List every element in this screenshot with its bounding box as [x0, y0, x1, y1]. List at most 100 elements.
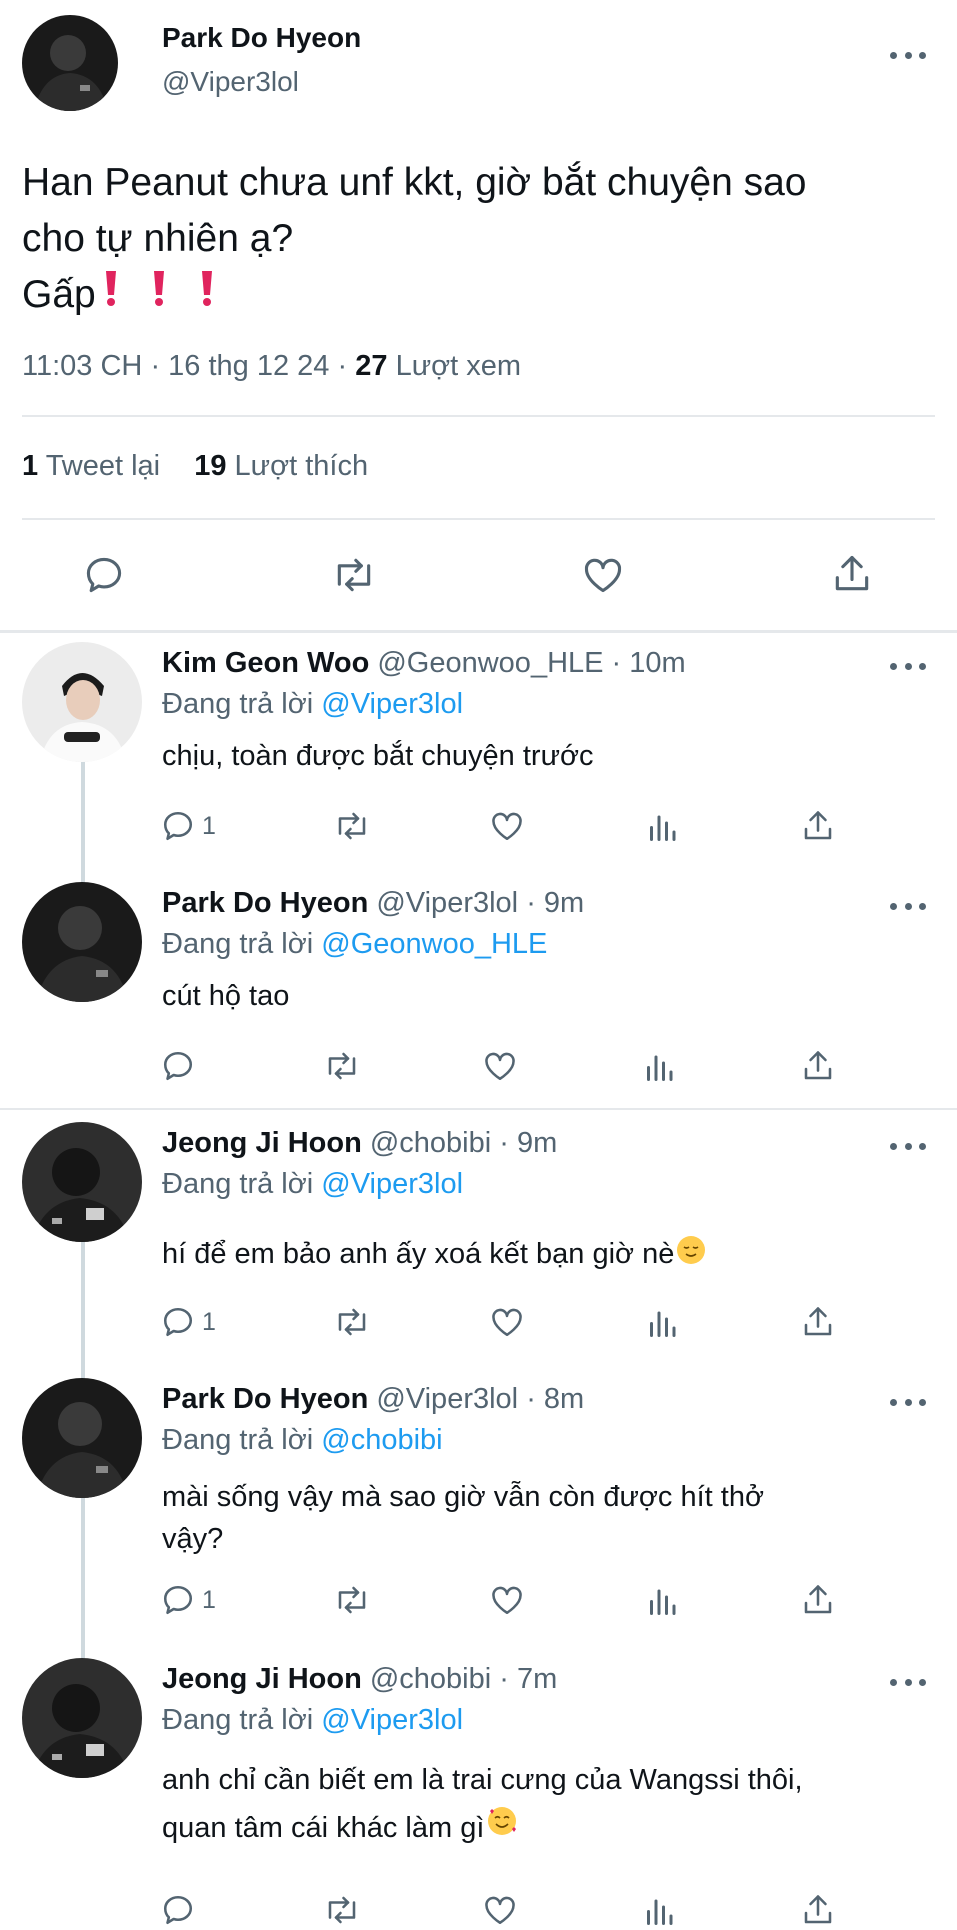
reply-count: 1 — [202, 811, 216, 840]
replying-to-link[interactable]: @Geonwoo_HLE — [321, 928, 547, 960]
separator: · — [150, 350, 161, 382]
analytics-button[interactable] — [644, 1582, 684, 1618]
retweet-button[interactable] — [332, 1582, 372, 1618]
share-icon — [800, 808, 836, 844]
retweet-icon[interactable] — [330, 553, 378, 602]
retweet-icon — [332, 1304, 372, 1340]
replying-to-link[interactable]: @Viper3lol — [321, 1168, 463, 1200]
retweet-button[interactable] — [332, 808, 372, 844]
like-icon[interactable] — [580, 553, 626, 602]
more-options-icon[interactable] — [890, 49, 926, 61]
replying-to-link[interactable]: @Viper3lol — [321, 688, 463, 720]
replying-to: Đang trả lời @Viper3lol — [162, 1704, 463, 1737]
like-button[interactable] — [488, 1582, 528, 1618]
avatar[interactable] — [22, 15, 118, 111]
reply-action-bar — [160, 1890, 840, 1930]
author-name[interactable]: Jeong Ji Hoon — [162, 1663, 362, 1695]
analytics-button[interactable] — [644, 1304, 684, 1340]
reply-action-bar — [160, 1046, 840, 1086]
red-exclamation-icon — [152, 267, 182, 323]
share-icon[interactable] — [830, 551, 874, 602]
more-options-icon[interactable] — [890, 660, 926, 672]
avatar[interactable] — [22, 1122, 142, 1242]
more-options-icon[interactable] — [890, 900, 926, 912]
like-count: 19 — [194, 450, 227, 482]
replying-to-link[interactable]: @Viper3lol — [321, 1704, 463, 1736]
author-handle[interactable]: @Viper3lol — [162, 66, 299, 98]
like-icon — [481, 1048, 519, 1084]
reply-count: 1 — [202, 1307, 216, 1336]
reply-time[interactable]: 8m — [544, 1383, 584, 1415]
tweet-text-line: Han Peanut chưa unf kkt, giờ bắt chuyện … — [22, 161, 807, 204]
reply-icon[interactable] — [82, 553, 126, 602]
analytics-button[interactable] — [644, 808, 684, 844]
replying-to-link[interactable]: @chobibi — [321, 1424, 442, 1456]
retweet-button[interactable] — [322, 1048, 362, 1084]
analytics-button[interactable] — [641, 1892, 681, 1928]
avatar[interactable] — [22, 1658, 142, 1778]
author-name[interactable]: Jeong Ji Hoon — [162, 1127, 362, 1159]
retweet-stat[interactable]: 1 Tweet lại — [22, 450, 160, 482]
author-handle[interactable]: @chobibi — [370, 1663, 491, 1695]
avatar[interactable] — [22, 642, 142, 762]
relieved-face-emoji — [676, 1235, 706, 1273]
author-handle[interactable]: @Viper3lol — [376, 887, 518, 919]
reply-time[interactable]: 7m — [517, 1663, 557, 1695]
reply-text-line: hí để em bảo anh ấy xoá kết bạn giờ nè — [162, 1237, 675, 1270]
tweet-date[interactable]: 16 thg 12 24 — [168, 350, 329, 382]
reply-icon — [160, 1582, 196, 1618]
reply-time[interactable]: 10m — [629, 647, 685, 679]
reply-time[interactable]: 9m — [544, 887, 584, 919]
like-button[interactable] — [488, 808, 528, 844]
author-name[interactable]: Park Do Hyeon — [162, 22, 361, 54]
avatar[interactable] — [22, 1378, 142, 1498]
share-button[interactable] — [800, 1582, 840, 1618]
reply-button[interactable] — [160, 1048, 202, 1084]
tweet-time[interactable]: 11:03 CH — [22, 350, 142, 382]
reply-time[interactable]: 9m — [517, 1127, 557, 1159]
replying-to: Đang trả lời @Viper3lol — [162, 688, 463, 721]
retweet-label: Tweet lại — [45, 450, 161, 482]
more-options-icon[interactable] — [890, 1396, 926, 1408]
author-handle[interactable]: @chobibi — [370, 1127, 491, 1159]
author-name[interactable]: Park Do Hyeon — [162, 1383, 368, 1415]
share-icon — [800, 1048, 836, 1084]
replying-to: Đang trả lời @Viper3lol — [162, 1168, 463, 1201]
author-handle[interactable]: @Viper3lol — [376, 1383, 518, 1415]
like-button[interactable] — [481, 1048, 521, 1084]
analytics-button[interactable] — [641, 1048, 681, 1084]
author-name[interactable]: Park Do Hyeon — [162, 887, 368, 919]
reply-button[interactable]: 1 — [160, 808, 216, 844]
reply-button[interactable]: 1 — [160, 1304, 216, 1340]
retweet-icon — [322, 1048, 362, 1084]
share-button[interactable] — [800, 1048, 840, 1084]
reply-text-line: quan tâm cái khác làm gì — [162, 1812, 485, 1844]
reply-action-bar: 1 — [160, 1580, 840, 1620]
more-options-icon[interactable] — [890, 1140, 926, 1152]
avatar[interactable] — [22, 882, 142, 1002]
like-stat[interactable]: 19 Lượt thích — [194, 450, 368, 482]
reply-text-line: mài sống vậy mà sao giờ vẫn còn được hít… — [162, 1481, 764, 1513]
like-button[interactable] — [481, 1892, 521, 1928]
like-button[interactable] — [488, 1304, 528, 1340]
share-button[interactable] — [800, 1304, 840, 1340]
separator: · — [337, 350, 348, 382]
reply-button[interactable] — [160, 1892, 202, 1928]
more-options-icon[interactable] — [890, 1676, 926, 1688]
reply-header: Jeong Ji Hoon @chobibi · 9m — [162, 1127, 557, 1160]
share-button[interactable] — [800, 1892, 840, 1928]
reply-icon — [160, 1304, 196, 1340]
analytics-icon — [641, 1892, 677, 1928]
retweet-button[interactable] — [322, 1892, 362, 1928]
replying-to-label: Đang trả lời — [162, 928, 314, 960]
reply-button[interactable]: 1 — [160, 1582, 216, 1618]
author-name[interactable]: Kim Geon Woo — [162, 647, 369, 679]
analytics-icon — [644, 1582, 680, 1618]
replying-to: Đang trả lời @chobibi — [162, 1424, 443, 1457]
retweet-button[interactable] — [332, 1304, 372, 1340]
views-label: Lượt xem — [395, 350, 522, 382]
share-button[interactable] — [800, 808, 840, 844]
author-handle[interactable]: @Geonwoo_HLE — [377, 647, 603, 679]
views-count: 27 — [355, 350, 388, 382]
red-exclamation-icon — [200, 267, 230, 323]
